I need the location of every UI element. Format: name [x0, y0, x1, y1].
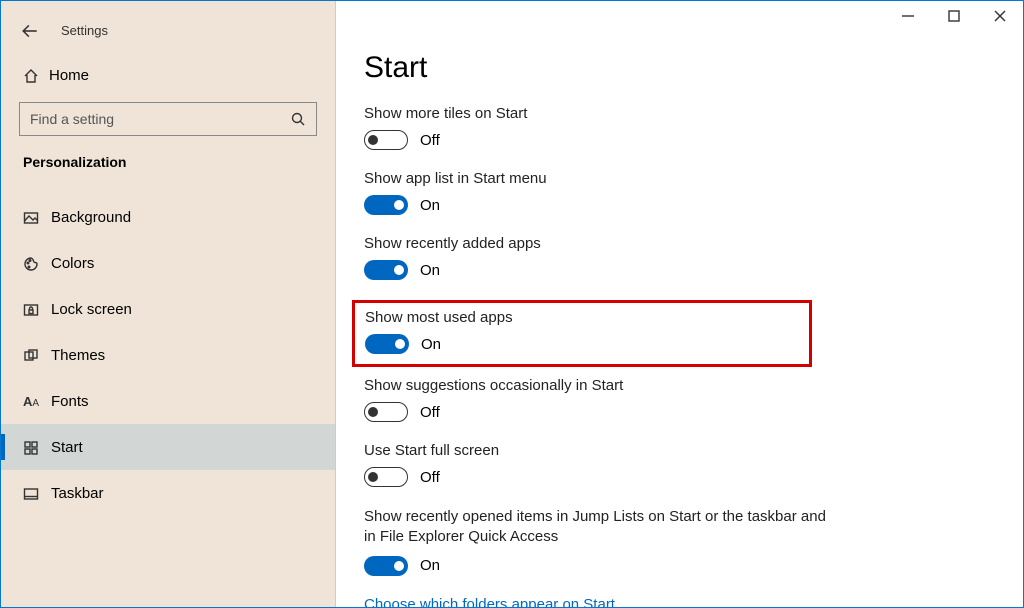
sidebar-item-background[interactable]: Background — [1, 194, 335, 240]
colors-icon — [23, 255, 51, 272]
lockscreen-icon — [23, 301, 51, 318]
setting-show-most-used: Show most used apps On — [352, 300, 812, 367]
link-choose-folders[interactable]: Choose which folders appear on Start — [364, 596, 993, 608]
toggle-state: Off — [420, 469, 440, 486]
search-input-wrap[interactable] — [19, 102, 317, 136]
toggle-show-recently-added[interactable] — [364, 260, 408, 280]
search-input[interactable] — [30, 111, 290, 127]
home-label: Home — [49, 67, 89, 84]
page-title: Start — [364, 51, 993, 85]
sidebar-item-label: Start — [51, 439, 83, 456]
toggle-show-more-tiles[interactable] — [364, 130, 408, 150]
app-title: Settings — [61, 23, 108, 38]
setting-label: Show most used apps — [365, 309, 799, 326]
setting-label: Show suggestions occasionally in Start — [364, 377, 993, 394]
setting-show-app-list: Show app list in Start menu On — [364, 170, 993, 215]
sidebar-item-label: Themes — [51, 347, 105, 364]
taskbar-icon — [23, 485, 51, 502]
background-icon — [23, 209, 51, 226]
sidebar-item-start[interactable]: Start — [1, 424, 335, 470]
sidebar-item-label: Lock screen — [51, 301, 132, 318]
main-content: Start Show more tiles on Start Off Show … — [336, 1, 1023, 607]
search-icon — [290, 110, 306, 128]
toggle-state: Off — [420, 404, 440, 421]
toggle-state: On — [420, 262, 440, 279]
toggle-show-recent-jumplists[interactable] — [364, 556, 408, 576]
section-title: Personalization — [1, 146, 335, 184]
close-button[interactable] — [977, 1, 1023, 31]
sidebar-item-label: Taskbar — [51, 485, 104, 502]
setting-label: Show more tiles on Start — [364, 105, 993, 122]
toggle-use-fullscreen[interactable] — [364, 467, 408, 487]
setting-show-suggestions: Show suggestions occasionally in Start O… — [364, 377, 993, 422]
sidebar-item-home[interactable]: Home — [1, 57, 335, 94]
setting-show-recent-jumplists: Show recently opened items in Jump Lists… — [364, 507, 993, 576]
toggle-state: On — [420, 197, 440, 214]
themes-icon — [23, 347, 51, 364]
sidebar-item-colors[interactable]: Colors — [1, 240, 335, 286]
sidebar: Settings Home Personalization Backgro — [1, 1, 336, 607]
toggle-state: On — [420, 557, 440, 574]
setting-label: Show recently added apps — [364, 235, 993, 252]
setting-show-more-tiles: Show more tiles on Start Off — [364, 105, 993, 150]
home-icon — [23, 67, 49, 84]
toggle-show-app-list[interactable] — [364, 195, 408, 215]
toggle-show-suggestions[interactable] — [364, 402, 408, 422]
setting-show-recently-added: Show recently added apps On — [364, 235, 993, 280]
sidebar-item-lockscreen[interactable]: Lock screen — [1, 286, 335, 332]
setting-label: Use Start full screen — [364, 442, 993, 459]
sidebar-item-label: Fonts — [51, 393, 89, 410]
sidebar-item-label: Colors — [51, 255, 94, 272]
sidebar-item-themes[interactable]: Themes — [1, 332, 335, 378]
setting-label: Show recently opened items in Jump Lists… — [364, 507, 834, 548]
toggle-state: On — [421, 336, 441, 353]
setting-label: Show app list in Start menu — [364, 170, 993, 187]
setting-use-fullscreen: Use Start full screen Off — [364, 442, 993, 487]
sidebar-item-label: Background — [51, 209, 131, 226]
sidebar-item-fonts[interactable]: AA Fonts — [1, 378, 335, 424]
maximize-button[interactable] — [931, 1, 977, 31]
sidebar-item-taskbar[interactable]: Taskbar — [1, 470, 335, 516]
minimize-button[interactable] — [885, 1, 931, 31]
start-icon — [23, 439, 51, 456]
fonts-icon: AA — [23, 394, 51, 409]
toggle-show-most-used[interactable] — [365, 334, 409, 354]
toggle-state: Off — [420, 132, 440, 149]
back-button[interactable] — [21, 20, 39, 41]
